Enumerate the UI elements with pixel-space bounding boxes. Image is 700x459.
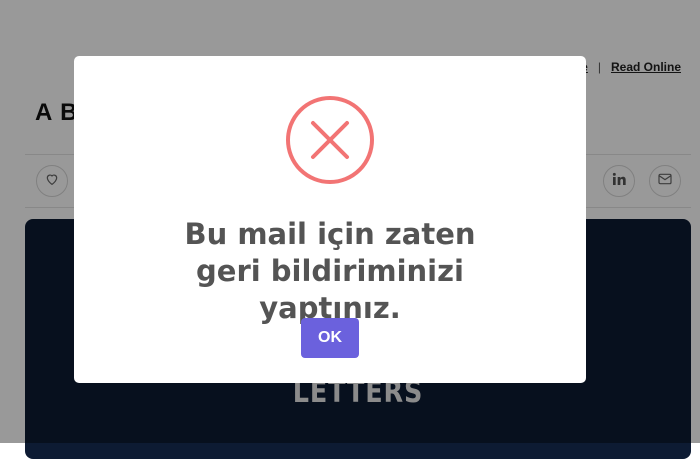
ok-button[interactable]: OK: [301, 318, 359, 358]
alert-dialog: Bu mail için zaten geri bildiriminizi ya…: [74, 56, 586, 383]
dialog-message: Bu mail için zaten geri bildiriminizi ya…: [184, 217, 476, 325]
error-x-icon: [285, 95, 375, 185]
